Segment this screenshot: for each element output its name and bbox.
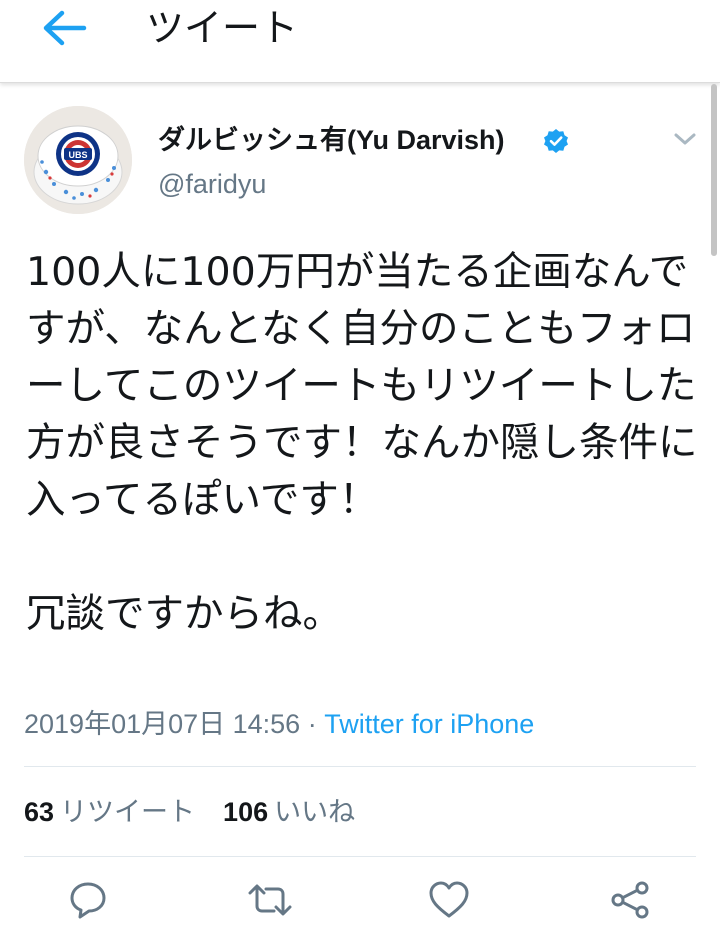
avatar[interactable]: UBS	[24, 106, 132, 214]
share-button[interactable]	[606, 880, 654, 928]
meta-separator: ·	[300, 709, 325, 739]
tweet-timestamp: 2019年01月07日 14:56	[24, 709, 301, 739]
retweet-count-label: リツイート	[60, 797, 196, 828]
tweet-meta: 2019年01月07日 14:56 · Twitter for iPhone	[24, 704, 534, 744]
share-icon	[611, 881, 649, 919]
chevron-down-icon	[674, 133, 696, 145]
like-count-number: 106	[223, 797, 269, 827]
like-count-label: いいね	[274, 797, 356, 828]
user-handle[interactable]: @faridyu	[158, 164, 266, 204]
reply-icon	[70, 882, 106, 919]
display-name[interactable]: ダルビッシュ有(Yu Darvish)	[158, 120, 505, 160]
retweet-count[interactable]: 63 リツイート	[24, 797, 195, 828]
arrow-left-icon	[43, 10, 87, 46]
back-button[interactable]	[36, 4, 92, 52]
retweet-count-number: 63	[24, 797, 55, 827]
divider	[24, 766, 696, 767]
like-button[interactable]	[425, 880, 473, 928]
like-count[interactable]: 106 いいね	[223, 797, 355, 828]
divider	[24, 856, 696, 857]
reply-button[interactable]	[64, 880, 112, 928]
engagement-stats: 63 リツイート 106 いいね	[24, 792, 383, 833]
svg-text:UBS: UBS	[68, 150, 87, 160]
tweet-options-button[interactable]	[668, 122, 702, 156]
retweet-button[interactable]	[246, 880, 294, 928]
cubs-logo-cake-avatar: UBS	[24, 106, 132, 214]
scrollbar-thumb[interactable]	[711, 84, 717, 256]
top-app-bar: ツイート	[0, 0, 720, 83]
heart-icon	[429, 881, 469, 918]
tweet-text: 100人に100万円が当たる企画なんですが、なんとなく自分のこともフォローしてこ…	[26, 249, 698, 637]
tweet-source-link[interactable]: Twitter for iPhone	[324, 709, 534, 739]
retweet-icon	[248, 884, 292, 916]
page-title: ツイート	[146, 6, 299, 50]
verified-badge-icon	[544, 129, 568, 153]
